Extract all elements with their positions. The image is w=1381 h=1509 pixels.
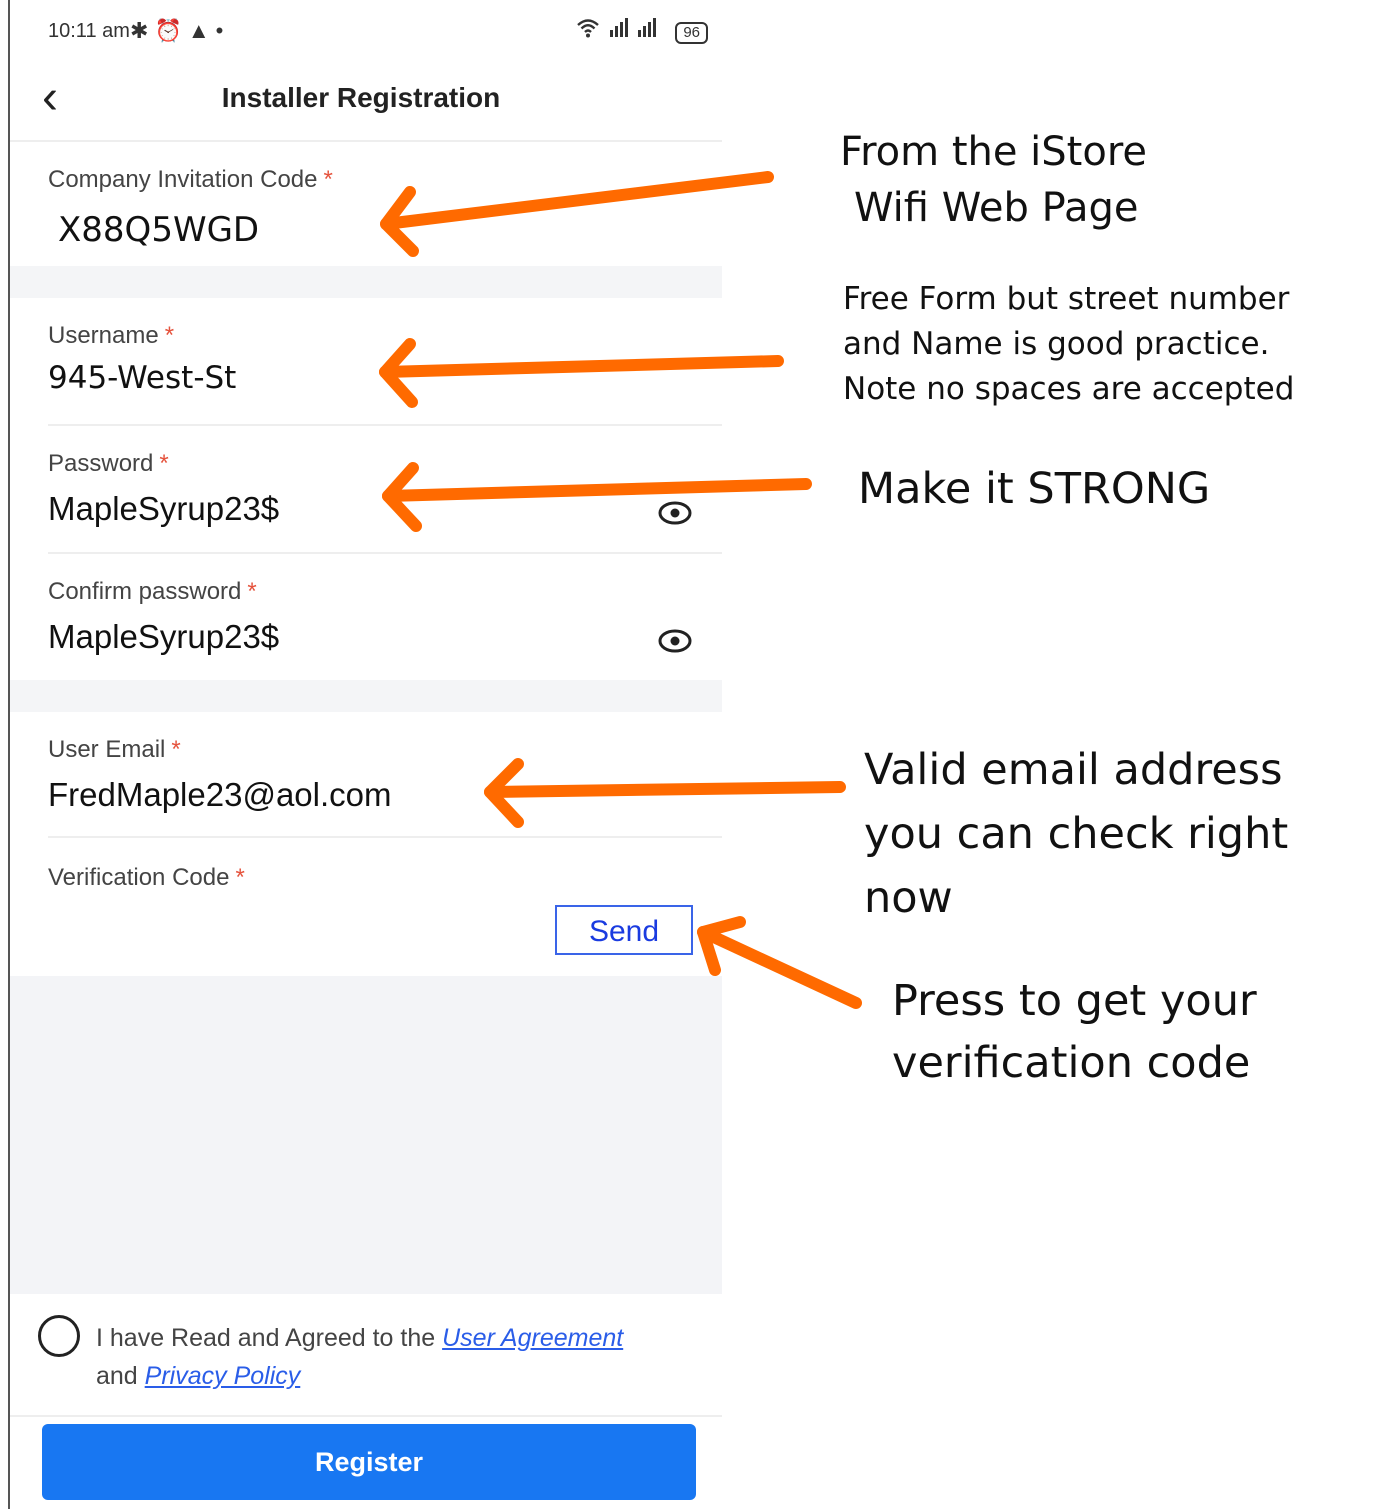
email-field[interactable]: User Email * FredMaple23@aol.com — [10, 712, 722, 836]
arrow-to-send-button — [697, 916, 862, 1009]
section-gap — [10, 266, 722, 298]
annotation-istore: From the iStore Wifi Web Page — [840, 124, 1147, 236]
app-header: ‹ Installer Registration — [10, 60, 722, 142]
status-time: 10:11 am — [48, 20, 130, 42]
password-input[interactable]: MapleSyrup23$ — [48, 490, 279, 528]
annotation-password: Make it STRONG — [858, 464, 1211, 514]
agreement-prefix: I have Read and Agreed to the — [96, 1324, 436, 1352]
empty-area — [10, 976, 722, 1294]
status-icons-left: ✱⏰▲• — [130, 18, 229, 44]
verification-code-label: Verification Code * — [48, 864, 245, 891]
agreement-and: and — [96, 1362, 138, 1390]
status-bar: 10:11 am ✱⏰▲• 96 — [48, 18, 708, 48]
privacy-policy-link[interactable]: Privacy Policy — [145, 1362, 301, 1390]
annotation-send: Press to get your verification code — [892, 970, 1257, 1094]
confirm-password-field[interactable]: Confirm password * MapleSyrup23$ — [10, 554, 722, 680]
status-icons-right: 96 — [576, 18, 708, 44]
register-button[interactable]: Register — [42, 1424, 696, 1500]
annotation-email-line1: Valid email address — [864, 745, 1283, 795]
agreement-row: I have Read and Agreed to the User Agree… — [10, 1295, 722, 1417]
username-input[interactable]: 945-West-St — [48, 360, 236, 396]
annotation-username-line3: Note no spaces are accepted — [843, 371, 1295, 407]
invitation-code-field[interactable]: Company Invitation Code * X88Q5WGD — [10, 142, 722, 266]
annotation-send-line2: verification code — [892, 1038, 1251, 1088]
invitation-code-input[interactable]: X88Q5WGD — [58, 210, 259, 250]
invitation-code-label: Company Invitation Code * — [48, 166, 333, 193]
alarm-icon: ⏰ — [154, 18, 188, 43]
dot-icon: • — [215, 18, 230, 43]
email-label: User Email * — [48, 736, 181, 763]
battery-icon: 96 — [675, 21, 708, 44]
wifi-icon — [576, 19, 606, 43]
warning-icon: ▲ — [187, 18, 216, 43]
annotation-email: Valid email address you can check right … — [864, 738, 1381, 930]
signal-icon — [606, 18, 668, 43]
annotation-email-line2: you can check right now — [864, 809, 1289, 923]
annotation-username: Free Form but street number and Name is … — [843, 277, 1294, 412]
bluetooth-icon: ✱ — [130, 18, 155, 43]
section-gap — [10, 680, 722, 712]
eye-icon[interactable] — [658, 628, 692, 654]
agreement-radio[interactable] — [38, 1315, 80, 1357]
agreement-text: I have Read and Agreed to the User Agree… — [96, 1319, 696, 1395]
send-code-button[interactable]: Send — [555, 905, 693, 955]
confirm-password-label: Confirm password * — [48, 578, 257, 605]
page-title: Installer Registration — [221, 82, 501, 113]
email-input[interactable]: FredMaple23@aol.com — [48, 776, 392, 814]
annotation-istore-line2: Wifi Web Page — [854, 185, 1139, 231]
annotation-istore-line1: From the iStore — [840, 129, 1148, 175]
annotation-username-line2: and Name is good practice. — [843, 326, 1270, 362]
annotation-username-line1: Free Form but street number — [843, 281, 1290, 317]
username-label: Username * — [48, 322, 175, 349]
phone-screen: 10:11 am ✱⏰▲• 96 ‹ Installer Registratio… — [8, 0, 722, 1509]
annotation-send-line1: Press to get your — [892, 976, 1257, 1026]
username-field[interactable]: Username * 945-West-St — [10, 298, 722, 424]
eye-icon[interactable] — [658, 500, 692, 526]
user-agreement-link[interactable]: User Agreement — [442, 1324, 623, 1352]
password-field[interactable]: Password * MapleSyrup23$ — [10, 426, 722, 552]
confirm-password-input[interactable]: MapleSyrup23$ — [48, 618, 279, 656]
password-label: Password * — [48, 450, 169, 477]
